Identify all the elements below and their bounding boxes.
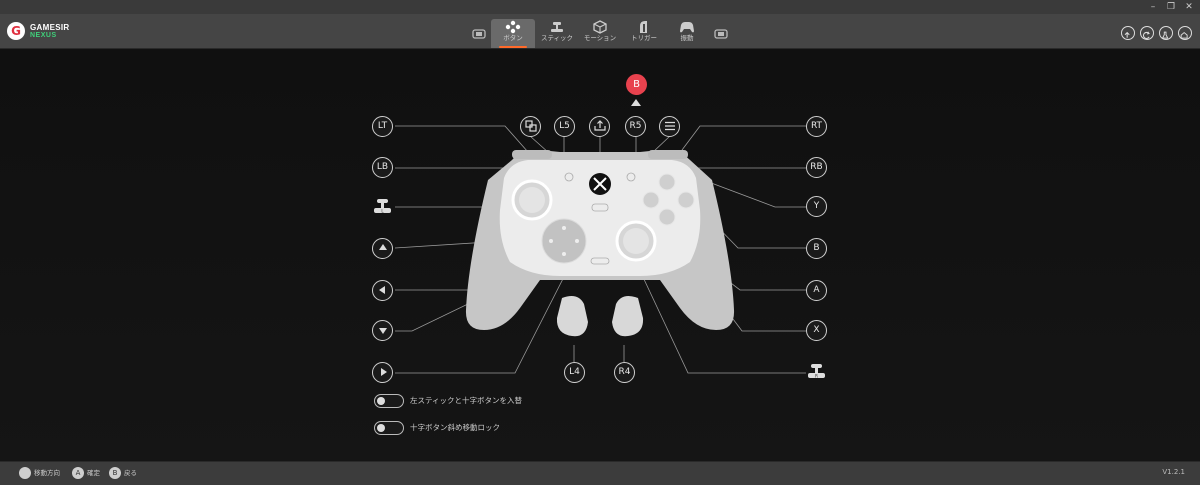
hint-label: 移動方向 [34, 469, 60, 477]
callout-lt[interactable]: LT [372, 116, 393, 137]
active-mapping-indicator: B [626, 74, 647, 95]
stick-hint-icon [19, 467, 31, 479]
controller-body [465, 150, 735, 337]
swap-stick-dpad-toggle[interactable] [374, 394, 404, 408]
app-version: V1.2.1 [1162, 468, 1185, 476]
callout-y[interactable]: Y [806, 196, 827, 217]
callout-lb[interactable]: LB [372, 157, 393, 178]
a-button-hint-icon: A [72, 467, 84, 479]
left-stick-icon[interactable]: L [372, 196, 393, 217]
callout-l5[interactable]: L5 [554, 116, 575, 137]
callout-r5[interactable]: R5 [625, 116, 646, 137]
svg-text:R: R [815, 373, 818, 378]
menu-button-callout[interactable] [659, 116, 680, 137]
callout-rt[interactable]: RT [806, 116, 827, 137]
dpad-left-callout[interactable] [372, 280, 393, 301]
dpad-right-callout[interactable] [372, 362, 393, 383]
callout-b[interactable]: B [806, 238, 827, 259]
share-button-callout[interactable] [589, 116, 610, 137]
callout-l4[interactable]: L4 [564, 362, 585, 383]
controller-diagram [394, 125, 806, 374]
hint-label: 戻る [124, 469, 137, 477]
dpad-down-callout[interactable] [372, 320, 393, 341]
indicator-arrow-icon [631, 99, 641, 106]
toggle-label: 左スティックと十字ボタンを入替 [410, 396, 523, 405]
callout-r4[interactable]: R4 [614, 362, 635, 383]
toggle-label: 十字ボタン斜め移動ロック [410, 423, 500, 432]
callout-x[interactable]: X [806, 320, 827, 341]
footer-bar: 移動方向 A 確定 B 戻る V1.2.1 [0, 461, 1200, 485]
callout-a[interactable]: A [806, 280, 827, 301]
view-button-callout[interactable] [520, 116, 541, 137]
hint-label: 確定 [87, 469, 100, 477]
dpad-up-callout[interactable] [372, 238, 393, 259]
callout-rb[interactable]: RB [806, 157, 827, 178]
right-stick-icon[interactable]: R [806, 361, 827, 382]
b-button-hint-icon: B [109, 467, 121, 479]
dpad-diagonal-lock-toggle[interactable] [374, 421, 404, 435]
